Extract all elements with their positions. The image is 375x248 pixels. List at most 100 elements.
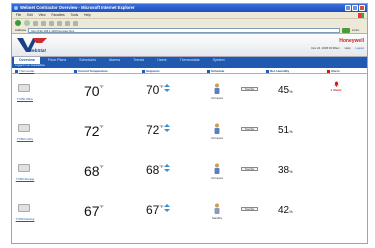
schedule-status: Occupied [211,96,223,100]
setpoint-value: 68 [146,163,160,177]
col-schedule: Schedule [207,69,224,73]
tab-thermostats[interactable]: Thermostats [175,57,205,64]
thermostat-device-icon [18,164,30,172]
stop-icon[interactable] [33,20,38,26]
setpoint-down-icon[interactable] [164,169,170,172]
alarm-cell[interactable]: 1 Alarm [327,81,345,92]
thermostat-link[interactable]: T7350 Office [14,97,36,101]
schedule-status: Standby [211,216,223,220]
col-humidity-label: Rel. Humidity [270,69,290,73]
setpoint-icon [142,69,145,73]
banner: WebStat Honeywell Dec 24, 2008 06:38am H… [12,34,367,57]
setpoint-adjust [164,204,170,214]
thermostat-link[interactable]: T7350 Meeting [14,217,36,221]
current-temperature: 68°F [84,163,104,179]
setpoint: 67°F [146,203,163,217]
address-input[interactable]: http://192.168.1.100/Overview.html [28,27,341,33]
humidity-unit: % [289,209,293,214]
thermostat-device-icon [18,84,30,92]
window-controls [345,5,365,11]
setpoint-adjust [164,124,170,134]
back-icon[interactable] [15,20,21,26]
alarm-count[interactable]: 1 Alarm [327,88,345,92]
column-headers: Thermostat Current Temperature Setpoints… [12,68,367,74]
help-link[interactable]: Help [345,46,351,50]
occupied-icon [214,83,220,94]
setpoint-unit: °F [159,84,164,89]
tab-schedules[interactable]: Schedules [74,57,101,64]
page-content: WebStat Honeywell Dec 24, 2008 06:38am H… [12,34,367,243]
col-setpoints: Setpoints [142,69,160,73]
override-button[interactable]: Override [241,207,258,211]
calendar-icon [207,69,210,73]
humidity-value: 45 [278,85,290,96]
current-temperature: 72°F [84,123,104,139]
temp-value: 68 [84,163,100,179]
windows-logo-icon [358,12,364,18]
col-current-temp: Current Temperature [74,69,108,73]
override-button[interactable]: Override [241,87,258,91]
browser-window: Webnet Contractor Overview - Microsoft I… [11,3,368,244]
thermostat-device-icon [18,204,30,212]
override-button[interactable]: Override [241,127,258,131]
setpoint-down-icon[interactable] [164,89,170,92]
col-humidity: Rel. Humidity [266,69,289,73]
header-info: Dec 24, 2008 06:38am Help Logout [311,46,364,50]
home-icon[interactable] [49,20,54,26]
thermometer-icon [74,69,77,73]
setpoint-down-icon[interactable] [164,209,170,212]
refresh-icon[interactable] [41,20,46,26]
schedule-status: Occupied [211,176,223,180]
table-row: T7350 Lobby 72°F 72°F Occupied Override … [12,115,367,155]
col-alarm-label: Alarm [331,69,340,73]
setpoint: 72°F [146,123,163,137]
setpoint-up-icon[interactable] [164,84,170,87]
favorites-icon[interactable] [65,20,70,26]
setpoint-adjust [164,164,170,174]
thermostat-link[interactable]: T7350 Lobby [14,137,36,141]
table-row: T7350 Office 70°F 70°F Occupied Override… [12,75,367,115]
search-icon[interactable] [57,20,62,26]
go-button[interactable] [342,27,351,33]
setpoint-up-icon[interactable] [164,124,170,127]
temp-value: 70 [84,83,100,99]
header-datetime: Dec 24, 2008 06:38am [311,46,340,50]
links-button[interactable]: Links [352,28,359,32]
screenshot: Webnet Contractor Overview - Microsoft I… [0,0,375,248]
relative-humidity: 38% [278,165,293,176]
forward-icon[interactable] [24,20,30,26]
tab-overview[interactable]: Overview [14,57,40,64]
tab-alarms[interactable]: Alarms [104,57,125,64]
history-icon[interactable] [73,20,78,26]
table-row: T7350 Storage 68°F 68°F Occupied Overrid… [12,155,367,195]
occupied-icon [214,163,220,174]
address-label: Address [15,28,27,32]
minimize-button[interactable] [345,5,351,11]
col-alarm: Alarm [327,69,340,73]
col-thermostat[interactable]: Thermostat [15,69,34,73]
temp-unit: °F [99,164,104,169]
setpoint-up-icon[interactable] [164,204,170,207]
temp-value: 72 [84,123,100,139]
logout-link[interactable]: Logout [355,46,364,50]
setpoint-value: 72 [146,123,160,137]
maximize-button[interactable] [352,5,358,11]
main-nav: Overview Floor Plans Schedules Alarms Tr… [12,57,367,64]
thermostat-link[interactable]: T7350 Storage [14,177,36,181]
humidity-value: 42 [278,205,290,216]
tab-floor-plans[interactable]: Floor Plans [43,57,71,64]
browser-toolbar [12,18,367,27]
col-setpoints-label: Setpoints [146,69,160,73]
setpoint-down-icon[interactable] [164,129,170,132]
setpoint-unit: °F [159,124,164,129]
setpoint-up-icon[interactable] [164,164,170,167]
tab-system[interactable]: System [208,57,230,64]
override-button[interactable]: Override [241,167,258,171]
setpoint: 70°F [146,83,163,97]
close-button[interactable] [359,5,365,11]
current-temperature: 67°F [84,203,104,219]
tab-trends[interactable]: Trends [128,57,149,64]
tab-users[interactable]: Users [152,57,171,64]
setpoint: 68°F [146,163,163,177]
humidity-value: 51 [278,125,290,136]
